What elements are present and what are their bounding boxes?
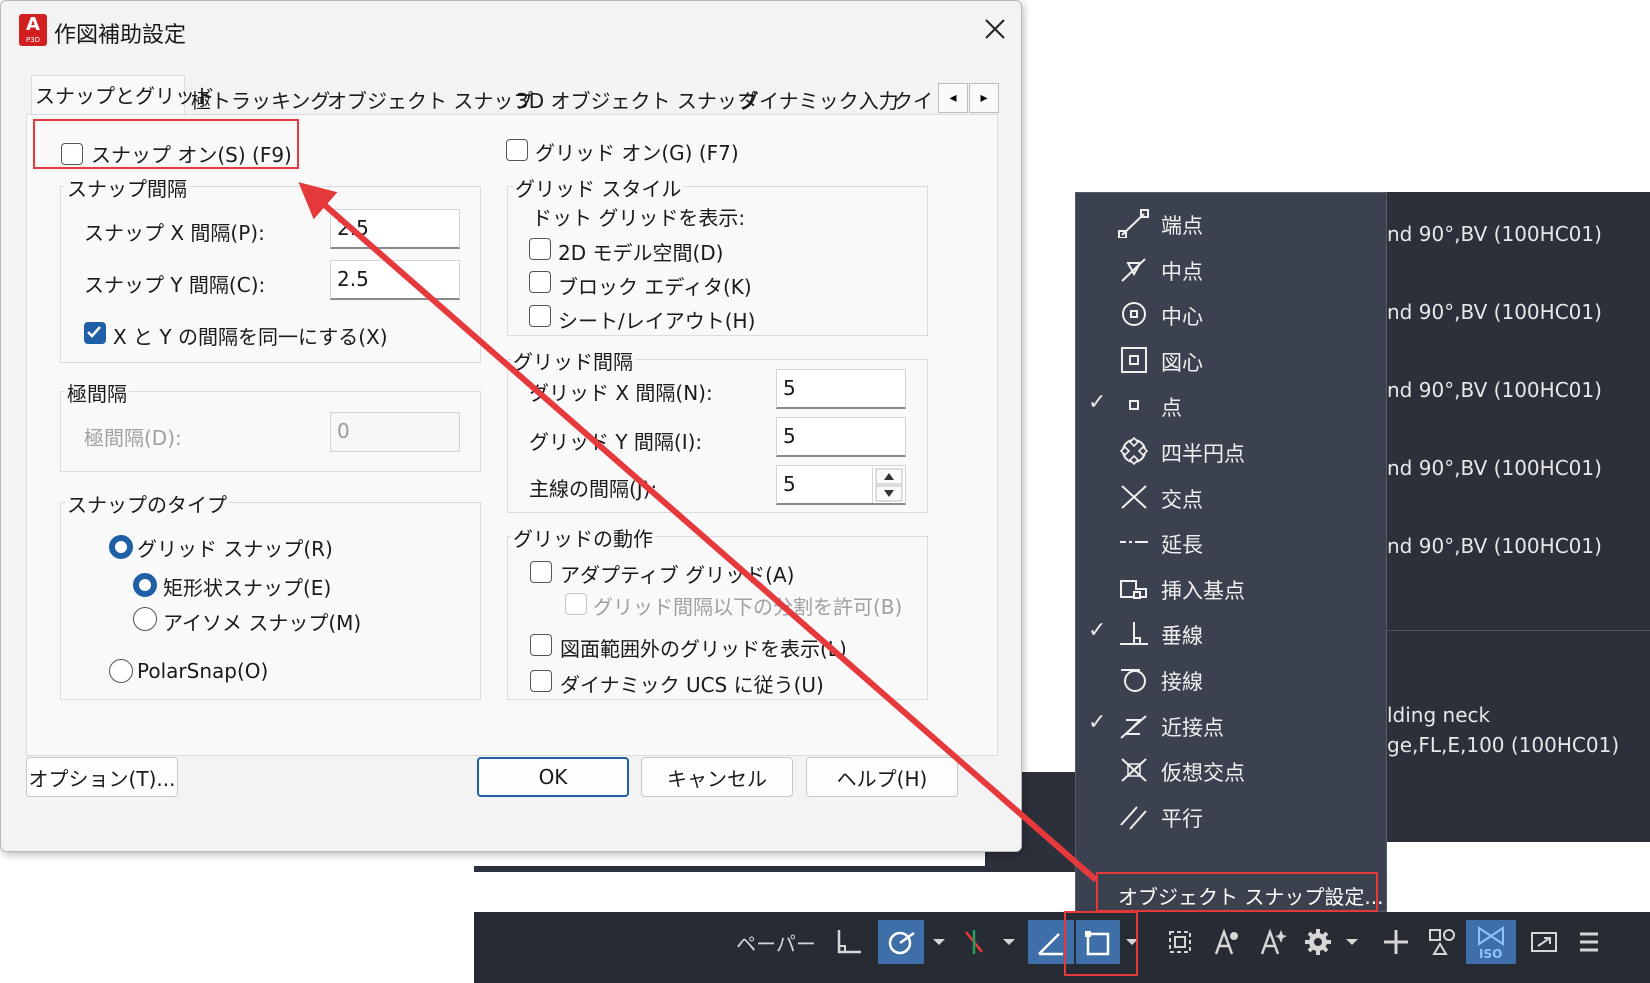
annotation-arrow xyxy=(298,182,1098,883)
